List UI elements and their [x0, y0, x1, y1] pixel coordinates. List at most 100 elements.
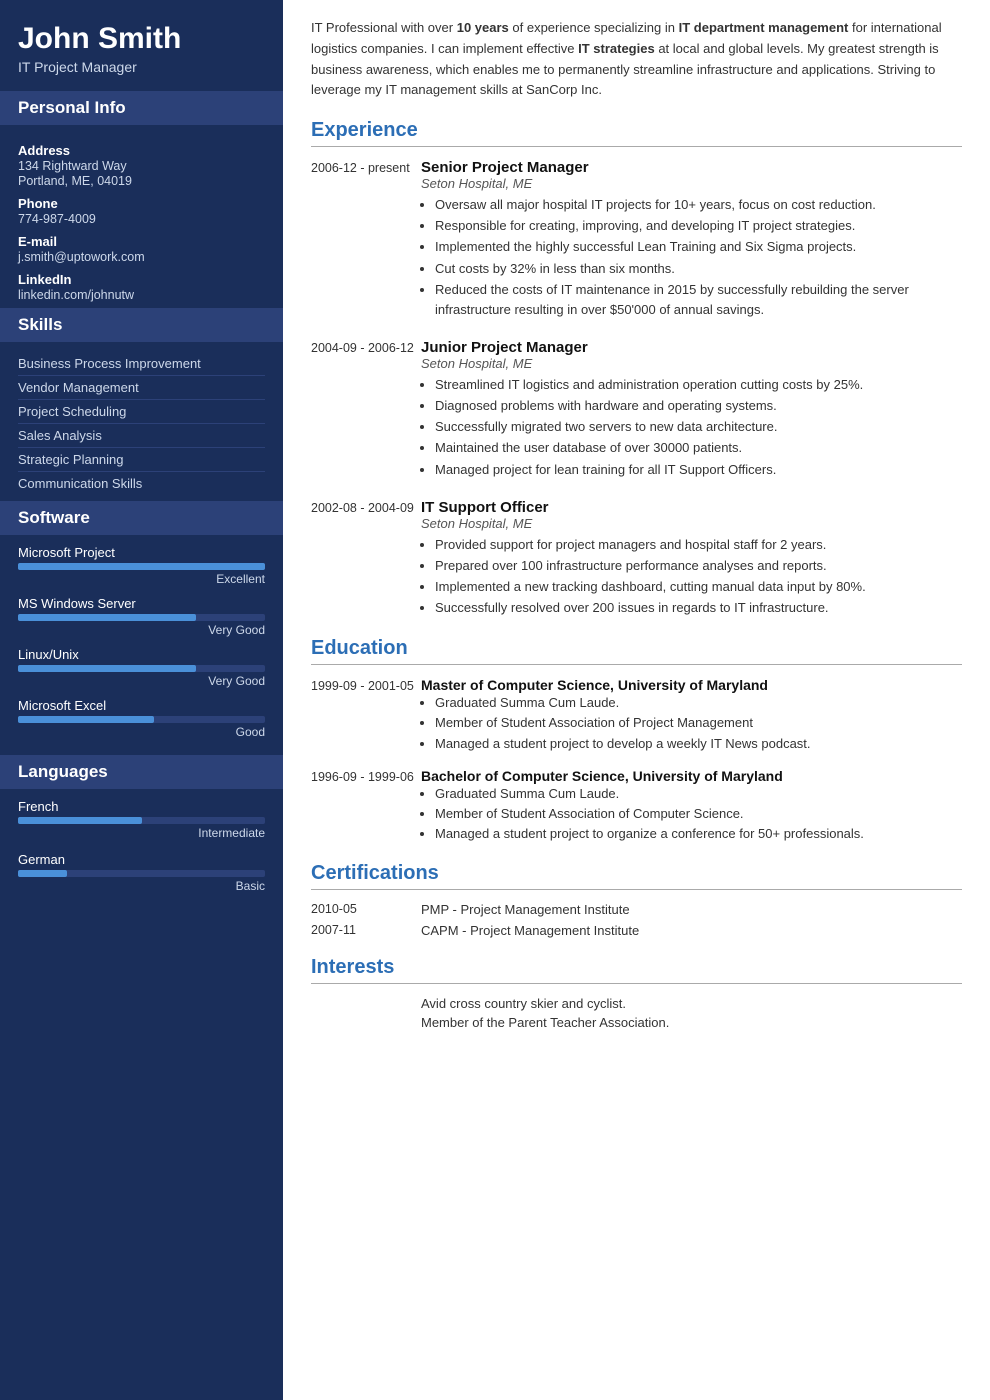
- edu-date: 1996-09 - 1999-06: [311, 768, 421, 844]
- cert-date: 2010-05: [311, 902, 421, 917]
- edu-bullet: Member of Student Association of Project…: [435, 713, 962, 733]
- summary: IT Professional with over 10 years of ex…: [311, 18, 962, 101]
- candidate-title: IT Project Manager: [18, 59, 265, 75]
- exp-date: 2002-08 - 2004-09: [311, 499, 421, 620]
- language-name: German: [18, 852, 265, 867]
- exp-bullet: Implemented a new tracking dashboard, cu…: [435, 577, 962, 597]
- exp-bullet: Responsible for creating, improving, and…: [435, 216, 962, 236]
- email-value: j.smith@uptowork.com: [18, 250, 265, 264]
- exp-bullet: Successfully resolved over 200 issues in…: [435, 598, 962, 618]
- linkedin-label: LinkedIn: [18, 272, 265, 287]
- languages-heading: Languages: [0, 755, 283, 789]
- exp-bullet: Successfully migrated two servers to new…: [435, 417, 962, 437]
- email-label: E-mail: [18, 234, 265, 249]
- exp-company: Seton Hospital, ME: [421, 356, 962, 371]
- exp-bullet: Provided support for project managers an…: [435, 535, 962, 555]
- experience-row: 2004-09 - 2006-12 Junior Project Manager…: [311, 339, 962, 481]
- certifications-heading: Certifications: [311, 862, 962, 890]
- exp-company: Seton Hospital, ME: [421, 176, 962, 191]
- sidebar-header: John Smith IT Project Manager: [0, 0, 283, 91]
- software-item: Microsoft Project Excellent: [18, 545, 265, 586]
- software-content: Microsoft Project Excellent MS Windows S…: [0, 535, 283, 755]
- cert-value: CAPM - Project Management Institute: [421, 923, 639, 938]
- edu-content: Bachelor of Computer Science, University…: [421, 768, 962, 844]
- experience-row: 2006-12 - present Senior Project Manager…: [311, 159, 962, 321]
- software-item: MS Windows Server Very Good: [18, 596, 265, 637]
- exp-bullet: Reduced the costs of IT maintenance in 2…: [435, 280, 962, 320]
- language-level: Basic: [18, 879, 265, 893]
- skill-item: Sales Analysis: [18, 424, 265, 448]
- exp-content: Junior Project Manager Seton Hospital, M…: [421, 339, 962, 481]
- exp-bullet: Managed project for lean training for al…: [435, 460, 962, 480]
- edu-bullet: Managed a student project to organize a …: [435, 824, 962, 844]
- skill-item: Communication Skills: [18, 472, 265, 495]
- exp-content: IT Support Officer Seton Hospital, ME Pr…: [421, 499, 962, 620]
- software-bar-fill: [18, 665, 196, 672]
- interest-item: Avid cross country skier and cyclist.: [311, 996, 962, 1011]
- exp-company: Seton Hospital, ME: [421, 516, 962, 531]
- sidebar: John Smith IT Project Manager Personal I…: [0, 0, 283, 1400]
- certification-row: 2010-05 PMP - Project Management Institu…: [311, 902, 962, 917]
- exp-bullet: Cut costs by 32% in less than six months…: [435, 259, 962, 279]
- software-bar-fill: [18, 563, 265, 570]
- skills-content: Business Process ImprovementVendor Manag…: [0, 342, 283, 501]
- exp-job-title: Junior Project Manager: [421, 339, 962, 356]
- language-level: Intermediate: [18, 826, 265, 840]
- software-item: Linux/Unix Very Good: [18, 647, 265, 688]
- skills-section: Skills Business Process ImprovementVendo…: [0, 308, 283, 501]
- software-name: Microsoft Project: [18, 545, 265, 560]
- exp-job-title: Senior Project Manager: [421, 159, 962, 176]
- edu-bullet: Member of Student Association of Compute…: [435, 804, 962, 824]
- language-item: French Intermediate: [18, 799, 265, 840]
- exp-bullet: Prepared over 100 infrastructure perform…: [435, 556, 962, 576]
- software-bar-container: [18, 665, 265, 672]
- experience-list: 2006-12 - present Senior Project Manager…: [311, 159, 962, 619]
- exp-date: 2004-09 - 2006-12: [311, 339, 421, 481]
- cert-value: PMP - Project Management Institute: [421, 902, 630, 917]
- candidate-name: John Smith: [18, 22, 265, 55]
- edu-bullets: Graduated Summa Cum Laude.Member of Stud…: [421, 693, 962, 753]
- exp-date: 2006-12 - present: [311, 159, 421, 321]
- experience-row: 2002-08 - 2004-09 IT Support Officer Set…: [311, 499, 962, 620]
- software-item: Microsoft Excel Good: [18, 698, 265, 739]
- edu-bullet: Managed a student project to develop a w…: [435, 734, 962, 754]
- software-bar-container: [18, 716, 265, 723]
- edu-bullet: Graduated Summa Cum Laude.: [435, 693, 962, 713]
- exp-bullet: Maintained the user database of over 300…: [435, 438, 962, 458]
- skill-item: Strategic Planning: [18, 448, 265, 472]
- language-name: French: [18, 799, 265, 814]
- software-bar-fill: [18, 716, 154, 723]
- languages-section: Languages French Intermediate German Bas…: [0, 755, 283, 911]
- software-level: Very Good: [18, 674, 265, 688]
- language-bar-container: [18, 817, 265, 824]
- education-list: 1999-09 - 2001-05 Master of Computer Sci…: [311, 677, 962, 844]
- exp-bullet: Diagnosed problems with hardware and ope…: [435, 396, 962, 416]
- software-name: Linux/Unix: [18, 647, 265, 662]
- linkedin-value: linkedin.com/johnutw: [18, 288, 265, 302]
- address-line2: Portland, ME, 04019: [18, 174, 265, 188]
- software-level: Excellent: [18, 572, 265, 586]
- languages-content: French Intermediate German Basic: [0, 789, 283, 911]
- education-heading: Education: [311, 637, 962, 665]
- interest-item: Member of the Parent Teacher Association…: [311, 1015, 962, 1030]
- exp-bullets: Oversaw all major hospital IT projects f…: [421, 195, 962, 320]
- main-content: IT Professional with over 10 years of ex…: [283, 0, 990, 1400]
- software-bar-container: [18, 563, 265, 570]
- certifications-list: 2010-05 PMP - Project Management Institu…: [311, 902, 962, 938]
- edu-bullets: Graduated Summa Cum Laude.Member of Stud…: [421, 784, 962, 844]
- exp-bullets: Streamlined IT logistics and administrat…: [421, 375, 962, 480]
- software-heading: Software: [0, 501, 283, 535]
- exp-bullets: Provided support for project managers an…: [421, 535, 962, 619]
- software-level: Good: [18, 725, 265, 739]
- software-bar-container: [18, 614, 265, 621]
- skill-item: Business Process Improvement: [18, 352, 265, 376]
- personal-info-section: Personal Info Address 134 Rightward Way …: [0, 91, 283, 308]
- personal-info-content: Address 134 Rightward Way Portland, ME, …: [0, 125, 283, 308]
- cert-date: 2007-11: [311, 923, 421, 938]
- skill-item: Project Scheduling: [18, 400, 265, 424]
- edu-degree: Master of Computer Science, University o…: [421, 677, 962, 693]
- language-bar-fill: [18, 817, 142, 824]
- interests-list: Avid cross country skier and cyclist. Mem…: [311, 996, 962, 1030]
- personal-info-heading: Personal Info: [0, 91, 283, 125]
- software-name: MS Windows Server: [18, 596, 265, 611]
